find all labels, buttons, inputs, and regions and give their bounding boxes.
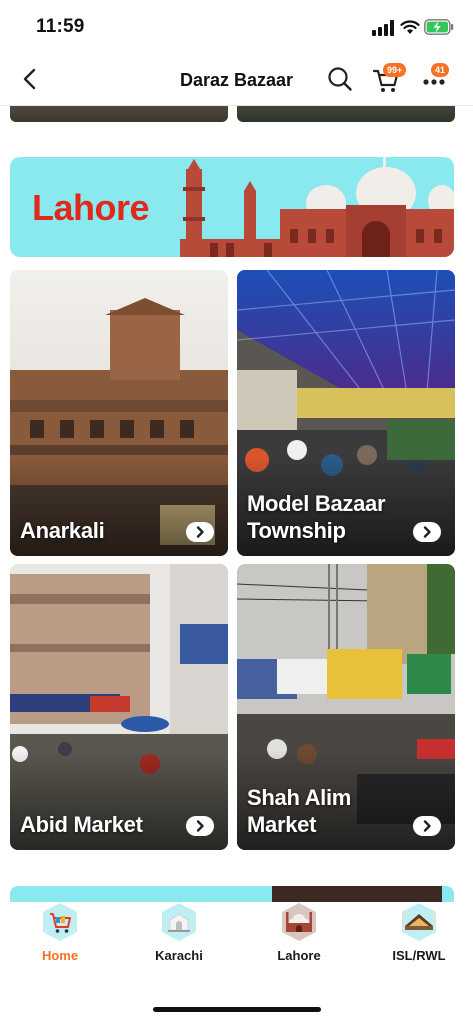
market-name-label: Anarkali	[20, 518, 105, 543]
tab-karachi[interactable]: Karachi	[124, 902, 234, 972]
home-indicator	[153, 1007, 321, 1012]
chevron-right-icon	[196, 820, 204, 832]
nav-bar: Daraz Bazaar	[0, 52, 473, 106]
cart-count-badge: 99+	[383, 63, 407, 77]
market-card-anarkali[interactable]: Anarkali	[10, 270, 228, 556]
previous-card-right[interactable]	[237, 106, 455, 122]
market-name-label: Model Bazaar Township	[247, 491, 386, 543]
bottom-tab-bar: Home Karachi Lahore ISL/RWL	[0, 902, 473, 1024]
status-bar: 11:59	[0, 0, 473, 52]
search-icon[interactable]	[327, 66, 353, 92]
wifi-icon	[400, 20, 420, 34]
anarkali-photo	[10, 270, 228, 556]
tab-lahore[interactable]: Lahore	[244, 902, 354, 972]
tab-label: Karachi	[155, 948, 203, 963]
next-banner-illustration	[272, 886, 442, 902]
badshahi-mosque-illustration	[180, 157, 454, 257]
market-name-label: Shah Alim Market	[247, 785, 352, 837]
market-card-shah-alim-market[interactable]: Shah Alim Market	[237, 564, 455, 850]
go-button[interactable]	[186, 816, 214, 836]
previous-card-left[interactable]	[10, 106, 228, 122]
market-card-model-bazaar-township[interactable]: Model Bazaar Township	[237, 270, 455, 556]
go-button[interactable]	[413, 816, 441, 836]
next-city-banner[interactable]	[10, 886, 454, 902]
chevron-right-icon	[423, 820, 431, 832]
tab-home[interactable]: Home	[5, 902, 115, 972]
cart-icon	[43, 903, 77, 941]
tab-label: Lahore	[277, 948, 321, 963]
faisal-mosque-icon	[402, 903, 436, 941]
go-button[interactable]	[186, 522, 214, 542]
market-card-abid-market[interactable]: Abid Market	[10, 564, 228, 850]
tab-label: ISL/RWL	[392, 948, 446, 963]
status-time: 11:59	[36, 16, 85, 37]
go-button[interactable]	[413, 522, 441, 542]
cellular-signal-icon	[372, 20, 394, 36]
chevron-right-icon	[423, 526, 431, 538]
city-banner: Lahore	[10, 157, 454, 257]
notification-count-badge: 41	[431, 63, 450, 77]
battery-charging-icon	[424, 19, 454, 35]
chevron-right-icon	[196, 526, 204, 538]
abid-market-photo	[10, 564, 228, 850]
mosque-icon	[282, 903, 316, 941]
content-area[interactable]: Lahore Anarkali Model Bazaar Township Ab…	[0, 106, 473, 902]
banner-city-name: Lahore	[32, 187, 150, 228]
tab-label: Home	[41, 948, 79, 963]
tab-isl-rwl[interactable]: ISL/RWL	[364, 902, 473, 972]
mausoleum-icon	[162, 903, 196, 941]
market-name-label: Abid Market	[20, 812, 143, 837]
